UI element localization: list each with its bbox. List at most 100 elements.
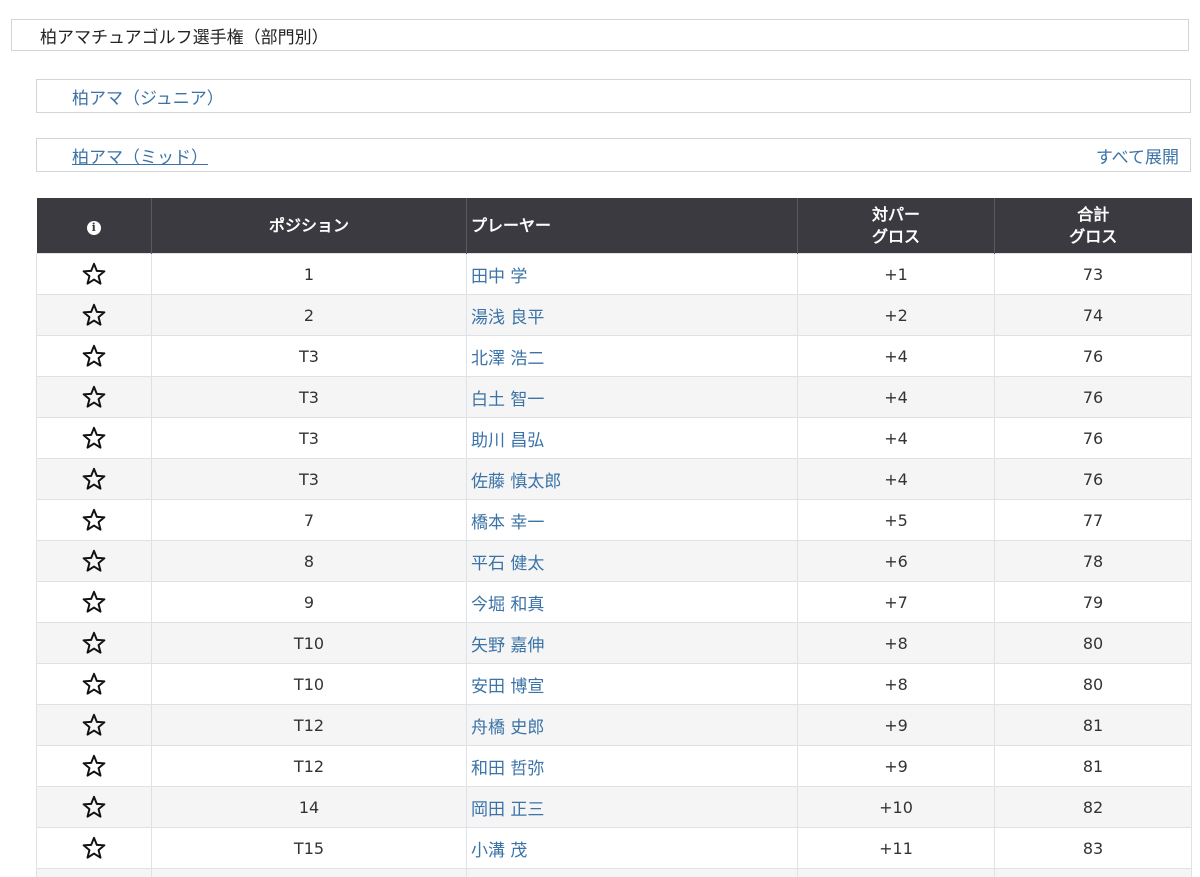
division-mid-link[interactable]: 柏アマ（ミッド）: [72, 143, 208, 168]
position-cell: 1: [151, 253, 467, 295]
total-cell: 76: [994, 376, 1192, 418]
star-outline-icon[interactable]: [81, 630, 107, 656]
total-cell: [994, 868, 1192, 877]
favorite-cell: [36, 663, 152, 705]
to-par-cell: +4: [797, 335, 995, 377]
star-outline-icon[interactable]: [81, 712, 107, 738]
to-par-header-line2: グロス: [871, 226, 920, 246]
table-row[interactable]: T3 佐藤 慎太郎 +4 76: [36, 458, 1192, 500]
total-cell: 79: [994, 581, 1192, 623]
position-cell: 7: [151, 499, 467, 541]
position-cell: T10: [151, 663, 467, 705]
total-cell: 76: [994, 458, 1192, 500]
division-junior-link[interactable]: 柏アマ（ジュニア）: [72, 84, 224, 109]
star-outline-icon[interactable]: [81, 466, 107, 492]
player-name-link[interactable]: 舟橋 史郎: [466, 704, 798, 746]
page-title: 柏アマチュアゴルフ選手権（部門別）: [40, 27, 329, 48]
star-outline-icon[interactable]: [81, 343, 107, 369]
table-row[interactable]: 14 岡田 正三 +10 82: [36, 786, 1192, 828]
to-par-cell: +7: [797, 581, 995, 623]
star-outline-icon[interactable]: [81, 384, 107, 410]
star-outline-icon[interactable]: [81, 794, 107, 820]
player-name-link[interactable]: 湯浅 良平: [466, 294, 798, 336]
table-row[interactable]: 7 橋本 幸一 +5 77: [36, 499, 1192, 541]
player-name-link[interactable]: 矢野 嘉伸: [466, 622, 798, 664]
position-cell: T15: [151, 827, 467, 869]
leaderboard-body: 1 田中 学 +1 73 2 湯浅 良平 +2 74 T3 北澤 浩二 +4 76 T3 白土 智一 +4 7…: [36, 253, 1192, 877]
player-name-link[interactable]: 佐藤 慎太郎: [466, 458, 798, 500]
expand-all-link[interactable]: すべて展開: [1096, 143, 1179, 168]
player-header[interactable]: プレーヤー: [466, 198, 798, 254]
star-outline-icon[interactable]: [81, 589, 107, 615]
player-name-link[interactable]: 安田 博宣: [466, 663, 798, 705]
total-cell: 80: [994, 663, 1192, 705]
position-cell: T3: [151, 458, 467, 500]
leaderboard-page: 柏アマチュアゴルフ選手権（部門別） 柏アマ（ジュニア） 柏アマ（ミッド） すべて…: [0, 0, 1200, 877]
table-row[interactable]: T10 安田 博宣 +8 80: [36, 663, 1192, 705]
to-par-cell: +11: [797, 827, 995, 869]
table-row[interactable]: T12 舟橋 史郎 +9 81: [36, 704, 1192, 746]
table-row[interactable]: T10 矢野 嘉伸 +8 80: [36, 622, 1192, 664]
table-row[interactable]: T3 北澤 浩二 +4 76: [36, 335, 1192, 377]
favorite-cell: [36, 786, 152, 828]
favorite-cell: [36, 581, 152, 623]
position-cell: T12: [151, 704, 467, 746]
to-par-cell: +4: [797, 458, 995, 500]
star-outline-icon[interactable]: [81, 302, 107, 328]
player-name-link[interactable]: 平石 健太: [466, 540, 798, 582]
total-cell: 81: [994, 704, 1192, 746]
table-row[interactable]: [36, 868, 1192, 877]
star-outline-icon[interactable]: [81, 507, 107, 533]
star-outline-icon[interactable]: [81, 671, 107, 697]
table-row[interactable]: T3 白土 智一 +4 76: [36, 376, 1192, 418]
position-cell: [151, 868, 467, 877]
player-name-link[interactable]: [466, 868, 798, 877]
favorite-cell: [36, 294, 152, 336]
favorite-cell: [36, 499, 152, 541]
position-header[interactable]: ポジション: [151, 198, 467, 254]
table-row[interactable]: 2 湯浅 良平 +2 74: [36, 294, 1192, 336]
total-cell: 78: [994, 540, 1192, 582]
to-par-cell: +10: [797, 786, 995, 828]
player-name-link[interactable]: 岡田 正三: [466, 786, 798, 828]
player-name-link[interactable]: 白土 智一: [466, 376, 798, 418]
favorite-cell: [36, 868, 152, 877]
to-par-cell: +1: [797, 253, 995, 295]
star-outline-icon[interactable]: [81, 753, 107, 779]
star-outline-icon[interactable]: [81, 548, 107, 574]
division-mid-row[interactable]: 柏アマ（ミッド） すべて展開: [36, 138, 1191, 172]
favorite-cell: [36, 253, 152, 295]
favorite-cell: [36, 458, 152, 500]
star-outline-icon[interactable]: [81, 835, 107, 861]
to-par-cell: +8: [797, 622, 995, 664]
to-par-cell: +8: [797, 663, 995, 705]
favorite-cell: [36, 745, 152, 787]
to-par-header[interactable]: 対パー グロス: [797, 198, 995, 254]
to-par-cell: +9: [797, 745, 995, 787]
player-name-link[interactable]: 今堀 和真: [466, 581, 798, 623]
player-name-link[interactable]: 北澤 浩二: [466, 335, 798, 377]
division-junior-row[interactable]: 柏アマ（ジュニア）: [36, 79, 1191, 113]
table-row[interactable]: 8 平石 健太 +6 78: [36, 540, 1192, 582]
star-outline-icon[interactable]: [81, 261, 107, 287]
table-row[interactable]: T12 和田 哲弥 +9 81: [36, 745, 1192, 787]
player-name-link[interactable]: 和田 哲弥: [466, 745, 798, 787]
favorite-cell: [36, 622, 152, 664]
to-par-cell: +9: [797, 704, 995, 746]
table-row[interactable]: 9 今堀 和真 +7 79: [36, 581, 1192, 623]
total-cell: 74: [994, 294, 1192, 336]
info-icon[interactable]: i: [86, 220, 101, 235]
player-name-link[interactable]: 小溝 茂: [466, 827, 798, 869]
table-row[interactable]: T15 小溝 茂 +11 83: [36, 827, 1192, 869]
player-name-link[interactable]: 助川 昌弘: [466, 417, 798, 459]
player-name-link[interactable]: 田中 学: [466, 253, 798, 295]
total-header[interactable]: 合計 グロス: [994, 198, 1192, 254]
total-cell: 82: [994, 786, 1192, 828]
player-name-link[interactable]: 橋本 幸一: [466, 499, 798, 541]
star-outline-icon[interactable]: [81, 425, 107, 451]
info-header[interactable]: i: [36, 198, 152, 254]
table-row[interactable]: 1 田中 学 +1 73: [36, 253, 1192, 295]
to-par-cell: [797, 868, 995, 877]
table-row[interactable]: T3 助川 昌弘 +4 76: [36, 417, 1192, 459]
total-cell: 73: [994, 253, 1192, 295]
